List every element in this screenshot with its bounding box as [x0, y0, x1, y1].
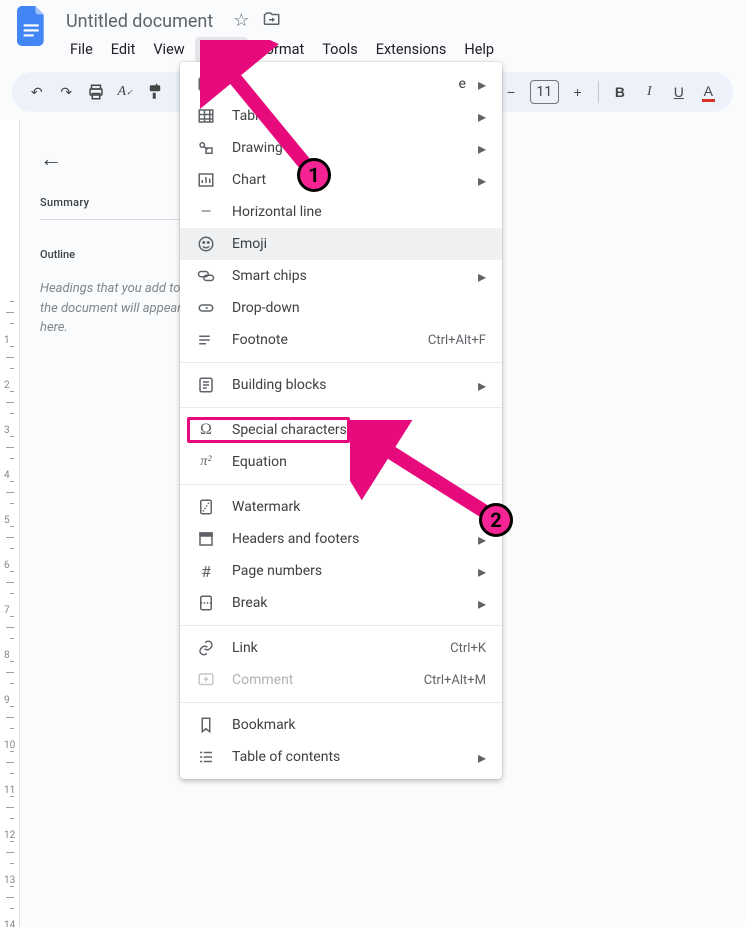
outline-heading: Outline [40, 248, 189, 261]
outline-hint: Headings that you add to the document wi… [40, 279, 189, 338]
omega-icon: Ω [196, 421, 216, 439]
redo-button[interactable]: ↷ [53, 78, 78, 106]
font-size-increase[interactable]: + [565, 78, 590, 106]
chart-icon [196, 171, 216, 189]
text-color-button[interactable]: A [696, 78, 721, 106]
insert-comment: Comment Ctrl+Alt+M [180, 664, 502, 696]
insert-footnote[interactable]: Footnote Ctrl+Alt+F [180, 324, 502, 356]
menu-bar: File Edit View Insert Format Tools Exten… [0, 34, 745, 64]
blocks-icon [196, 376, 216, 394]
font-size-decrease[interactable]: − [498, 78, 523, 106]
toc-icon [196, 748, 216, 766]
menu-view[interactable]: View [145, 37, 192, 62]
insert-drawing[interactable]: Drawing ▸ [180, 132, 502, 164]
underline-button[interactable]: U [666, 78, 691, 106]
insert-watermark[interactable]: Watermark [180, 491, 502, 523]
paint-format-button[interactable] [142, 78, 167, 106]
outline-collapse-button[interactable]: ← [40, 146, 189, 172]
docs-logo[interactable] [14, 2, 50, 50]
insert-building-blocks[interactable]: Building blocks ▸ [180, 369, 502, 401]
smart-chips-icon [196, 267, 216, 285]
bold-button[interactable]: B [607, 78, 632, 106]
insert-image[interactable]: Image e ▸ [180, 68, 502, 100]
menu-file[interactable]: File [62, 37, 101, 62]
insert-smart-chips[interactable]: Smart chips ▸ [180, 260, 502, 292]
star-icon[interactable]: ☆ [233, 10, 249, 33]
docbar: Untitled document ☆ [0, 0, 745, 34]
font-size-input[interactable]: 11 [530, 80, 559, 104]
headers-icon [196, 530, 216, 548]
print-button[interactable] [83, 78, 108, 106]
image-icon [196, 75, 216, 93]
menu-edit[interactable]: Edit [103, 37, 144, 62]
insert-special-characters[interactable]: Ω Special characters [180, 414, 502, 446]
equation-icon: π² [196, 454, 216, 470]
insert-table[interactable]: Table ▸ [180, 100, 502, 132]
insert-break[interactable]: Break ▸ [180, 587, 502, 619]
menu-extensions[interactable]: Extensions [368, 37, 455, 62]
undo-button[interactable]: ↶ [24, 78, 49, 106]
annotation-step-2: 2 [479, 503, 513, 537]
hr-icon: ― [196, 204, 216, 220]
link-icon [196, 639, 216, 657]
vertical-ruler: 123456789101112131415161718 [0, 120, 20, 927]
insert-chart[interactable]: Chart ▸ [180, 164, 502, 196]
summary-heading: Summary [40, 196, 189, 209]
insert-emoji[interactable]: Emoji [180, 228, 502, 260]
insert-headers-footers[interactable]: Headers and footers ▸ [180, 523, 502, 555]
insert-equation[interactable]: π² Equation [180, 446, 502, 478]
dropdown-icon [196, 299, 216, 317]
menu-help[interactable]: Help [456, 37, 502, 62]
menu-tools[interactable]: Tools [314, 37, 366, 62]
menu-insert[interactable]: Insert [195, 37, 248, 62]
footnote-icon [196, 331, 216, 349]
insert-link[interactable]: Link Ctrl+K [180, 632, 502, 664]
insert-page-numbers[interactable]: # Page numbers ▸ [180, 555, 502, 587]
insert-horizontal-line[interactable]: ― Horizontal line [180, 196, 502, 228]
comment-icon [196, 671, 216, 689]
break-icon [196, 594, 216, 612]
italic-button[interactable]: I [637, 78, 662, 106]
drawing-icon [196, 139, 216, 157]
hash-icon: # [196, 562, 216, 581]
bookmark-icon [196, 716, 216, 734]
insert-menu-dropdown: Image e ▸ Table ▸ Drawing ▸ Chart ▸ ― Ho… [180, 62, 502, 779]
insert-dropdown[interactable]: Drop-down [180, 292, 502, 324]
spellcheck-button[interactable]: A✓ [112, 78, 137, 106]
move-icon[interactable] [263, 10, 281, 33]
menu-format[interactable]: Format [250, 37, 312, 62]
emoji-icon [196, 235, 216, 253]
insert-table-of-contents[interactable]: Table of contents ▸ [180, 741, 502, 773]
table-icon [196, 107, 216, 125]
insert-bookmark[interactable]: Bookmark [180, 709, 502, 741]
watermark-icon [196, 498, 216, 516]
annotation-step-1: 1 [297, 158, 331, 192]
doc-title[interactable]: Untitled document [60, 9, 219, 34]
